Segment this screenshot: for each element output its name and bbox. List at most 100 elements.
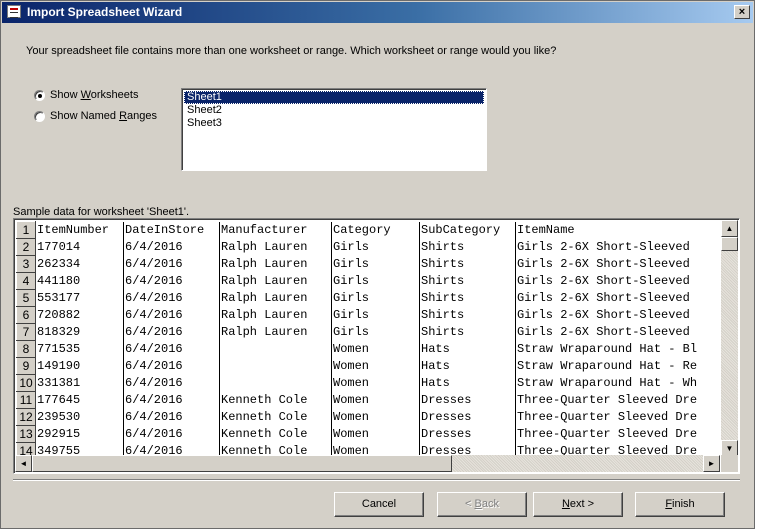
table-cell: Kenneth Cole (219, 425, 332, 443)
table-cell: Women (331, 374, 420, 392)
finish-button[interactable]: Finish (635, 492, 725, 517)
table-cell: Ralph Lauren (219, 255, 332, 273)
show-worksheets-option[interactable]: Show Worksheets (34, 89, 138, 101)
table-cell: DateInStore (123, 221, 220, 239)
table-cell: Kenneth Cole (219, 391, 332, 409)
table-row: 6 720882 6/4/2016 Ralph Lauren Girls Shirts Gi… (16, 306, 726, 324)
table-cell: Straw Wraparound Hat - Bl (515, 340, 726, 358)
table-cell: Girls 2-6X Short-Sleeved (515, 306, 726, 324)
back-button[interactable]: < Back (437, 492, 527, 517)
table-cell: 6/4/2016 (123, 391, 220, 409)
table-cell: 262334 (35, 255, 124, 273)
show-worksheets-radio[interactable] (34, 89, 45, 101)
table-cell: 292915 (35, 425, 124, 443)
table-cell: 6/4/2016 (123, 238, 220, 256)
close-button[interactable]: × (734, 5, 750, 19)
table-row: 4 441180 6/4/2016 Ralph Lauren Girls Shirts Gi… (16, 272, 726, 290)
table-cell: 331381 (35, 374, 124, 392)
table-cell: Shirts (419, 255, 516, 273)
table-row: 12 239530 6/4/2016 Kenneth Cole Women Dresses… (16, 408, 726, 426)
scroll-left-button[interactable]: ◄ (15, 455, 32, 472)
table-cell: 149190 (35, 357, 124, 375)
worksheet-item-sheet2[interactable]: Sheet2 (184, 104, 484, 117)
table-cell: Kenneth Cole (219, 408, 332, 426)
row-number: 10 (16, 374, 36, 392)
sample-data-label: Sample data for worksheet 'Sheet1'. (13, 206, 190, 218)
table-cell: 177645 (35, 391, 124, 409)
row-number: 12 (16, 408, 36, 426)
table-cell: 239530 (35, 408, 124, 426)
table-cell: 6/4/2016 (123, 306, 220, 324)
table-cell: Girls (331, 306, 420, 324)
table-cell (219, 374, 332, 392)
title-bar[interactable]: Import Spreadsheet Wizard × (2, 2, 753, 23)
sample-data-table: 1 ItemNumber DateInStore Manufacturer Catego… (16, 221, 726, 460)
show-named-ranges-label: Show Named Ranges (50, 110, 158, 122)
table-cell: Girls 2-6X Short-Sleeved (515, 272, 726, 290)
table-cell: 553177 (35, 289, 124, 307)
button-separator (13, 479, 740, 481)
table-cell: Hats (419, 340, 516, 358)
table-cell (219, 357, 332, 375)
row-number: 6 (16, 306, 36, 324)
row-number: 13 (16, 425, 36, 443)
table-cell: SubCategory (419, 221, 516, 239)
table-cell: Women (331, 391, 420, 409)
table-cell: 720882 (35, 306, 124, 324)
table-cell: Shirts (419, 272, 516, 290)
table-cell: 6/4/2016 (123, 289, 220, 307)
row-number: 11 (16, 391, 36, 409)
table-cell: Dresses (419, 391, 516, 409)
table-cell: Three-Quarter Sleeved Dre (515, 408, 726, 426)
table-cell: Ralph Lauren (219, 306, 332, 324)
table-cell: Women (331, 340, 420, 358)
sample-data-grid[interactable]: 1 ItemNumber DateInStore Manufacturer Catego… (13, 218, 740, 474)
worksheet-item-sheet3[interactable]: Sheet3 (184, 117, 484, 130)
table-cell: 6/4/2016 (123, 255, 220, 273)
horizontal-scrollbar[interactable]: ◄ ► (15, 455, 720, 472)
vertical-scrollbar[interactable]: ▲ ▼ (721, 220, 738, 457)
scroll-right-button[interactable]: ► (703, 455, 720, 472)
worksheet-prompt: Your spreadsheet file contains more than… (26, 45, 557, 57)
table-cell: Girls 2-6X Short-Sleeved (515, 323, 726, 341)
table-cell: 177014 (35, 238, 124, 256)
table-cell: Girls (331, 238, 420, 256)
table-cell: 6/4/2016 (123, 357, 220, 375)
table-cell: Ralph Lauren (219, 238, 332, 256)
table-cell: 6/4/2016 (123, 374, 220, 392)
table-cell: Women (331, 425, 420, 443)
scroll-up-button[interactable]: ▲ (721, 220, 738, 237)
table-cell: Shirts (419, 323, 516, 341)
worksheet-item-sheet1[interactable]: Sheet1 (184, 91, 484, 104)
scrollbar-corner (721, 455, 738, 472)
table-cell: Girls (331, 255, 420, 273)
row-number: 5 (16, 289, 36, 307)
table-row: 8 771535 6/4/2016 Women Hats Straw Wraparound… (16, 340, 726, 358)
row-number: 7 (16, 323, 36, 341)
table-cell: 6/4/2016 (123, 323, 220, 341)
worksheet-listbox[interactable]: Sheet1 Sheet2 Sheet3 (181, 88, 487, 171)
show-named-ranges-radio[interactable] (34, 110, 45, 122)
table-cell: Girls (331, 323, 420, 341)
cancel-button[interactable]: Cancel (334, 492, 424, 517)
table-row: 11 177645 6/4/2016 Kenneth Cole Women Dresses… (16, 391, 726, 409)
table-cell: Ralph Lauren (219, 289, 332, 307)
row-number: 8 (16, 340, 36, 358)
next-button[interactable]: Next > (533, 492, 623, 517)
row-number: 2 (16, 238, 36, 256)
row-number: 1 (16, 221, 36, 239)
horizontal-scroll-thumb[interactable] (32, 455, 452, 472)
table-row: 7 818329 6/4/2016 Ralph Lauren Girls Shirts Gi… (16, 323, 726, 341)
table-row: 9 149190 6/4/2016 Women Hats Straw Wraparound… (16, 357, 726, 375)
table-cell: Girls 2-6X Short-Sleeved (515, 289, 726, 307)
row-number: 4 (16, 272, 36, 290)
table-cell: Shirts (419, 238, 516, 256)
window-title: Import Spreadsheet Wizard (27, 5, 183, 19)
table-cell: 6/4/2016 (123, 425, 220, 443)
table-cell: ItemName (515, 221, 726, 239)
vertical-scroll-thumb[interactable] (721, 237, 738, 251)
table-cell: 6/4/2016 (123, 272, 220, 290)
show-named-ranges-option[interactable]: Show Named Ranges (34, 110, 157, 122)
table-cell: 6/4/2016 (123, 408, 220, 426)
table-cell: Ralph Lauren (219, 272, 332, 290)
